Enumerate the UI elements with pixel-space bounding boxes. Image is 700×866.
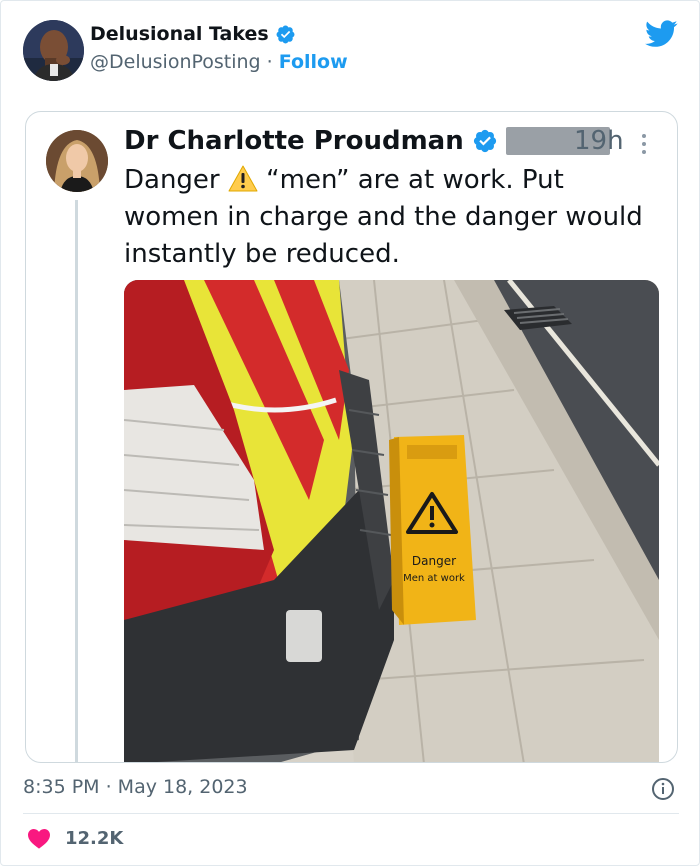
quoted-author-name-row: Dr Charlotte Proudman xyxy=(124,126,610,156)
more-icon[interactable] xyxy=(638,132,650,156)
warning-icon xyxy=(228,165,258,192)
tweet-timestamp[interactable]: 8:35 PM · May 18, 2023 xyxy=(23,776,248,798)
verified-badge-icon xyxy=(276,25,295,43)
quoted-tweet[interactable]: Dr Charlotte Proudman 19h Danger “men” a… xyxy=(25,111,678,763)
tweet-photo[interactable]: Danger Men at work xyxy=(124,280,659,762)
divider xyxy=(23,813,679,814)
quoted-tweet-text: Danger “men” are at work. Put women in c… xyxy=(124,162,664,273)
info-icon[interactable] xyxy=(651,777,675,801)
follow-button[interactable]: Follow xyxy=(279,51,348,73)
photo-scene: Danger Men at work xyxy=(124,280,659,762)
like-count: 12.2K xyxy=(65,827,124,849)
author-handle[interactable]: @DelusionPosting xyxy=(90,51,261,73)
quoted-author-name[interactable]: Dr Charlotte Proudman xyxy=(124,126,464,156)
quoted-text-start: Danger xyxy=(124,165,228,195)
author-name-row: Delusional Takes xyxy=(90,23,296,45)
thread-line xyxy=(75,200,78,762)
quoted-author-avatar[interactable] xyxy=(46,130,108,192)
author-avatar[interactable] xyxy=(23,20,84,81)
author-name[interactable]: Delusional Takes xyxy=(90,23,269,45)
sign-text-men-at-work: Men at work xyxy=(403,573,465,584)
handle-row: @DelusionPosting · Follow xyxy=(90,51,348,73)
twitter-bird-icon[interactable] xyxy=(645,20,678,48)
sign-text-danger: Danger xyxy=(412,554,456,568)
heart-icon[interactable] xyxy=(27,827,51,849)
quoted-time[interactable]: 19h xyxy=(574,126,624,156)
separator: · xyxy=(266,51,273,73)
verified-badge-icon xyxy=(473,129,496,153)
like-row[interactable]: 12.2K xyxy=(27,827,123,849)
tweet-embed: Delusional Takes @DelusionPosting · Foll… xyxy=(0,0,700,866)
